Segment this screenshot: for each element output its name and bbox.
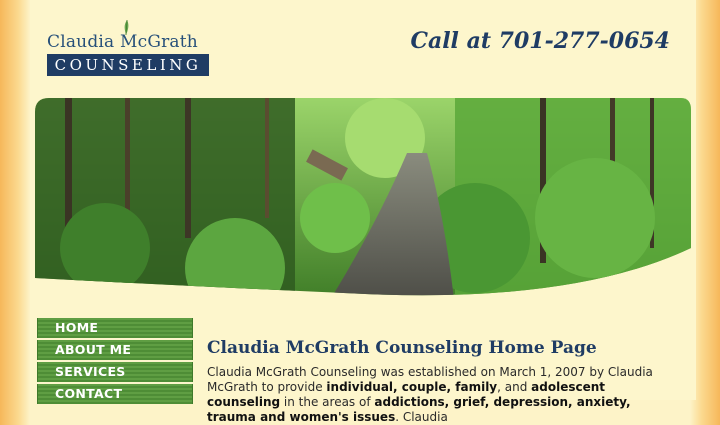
main-nav: HOME ABOUT ME SERVICES CONTACT [37,318,193,406]
logo-subtitle: COUNSELING [47,54,209,76]
site-logo[interactable]: Claudia McGrath COUNSELING [47,18,209,76]
hero-forest-image [35,98,691,296]
logo-name: Claudia McGrath [47,32,198,52]
phone-number: Call at 701-277-0654 [410,28,670,54]
nav-contact[interactable]: CONTACT [37,384,193,404]
intro-paragraph: Claudia McGrath Counseling was establish… [207,365,653,424]
main-content: Claudia McGrath Counseling Home Page Cla… [207,338,677,425]
page-container: Claudia McGrath COUNSELING Call at 701-2… [30,0,696,424]
nav-services[interactable]: SERVICES [37,362,193,382]
page-title: Claudia McGrath Counseling Home Page [207,338,597,358]
nav-about-me[interactable]: ABOUT ME [37,340,193,360]
nav-home[interactable]: HOME [37,318,193,338]
